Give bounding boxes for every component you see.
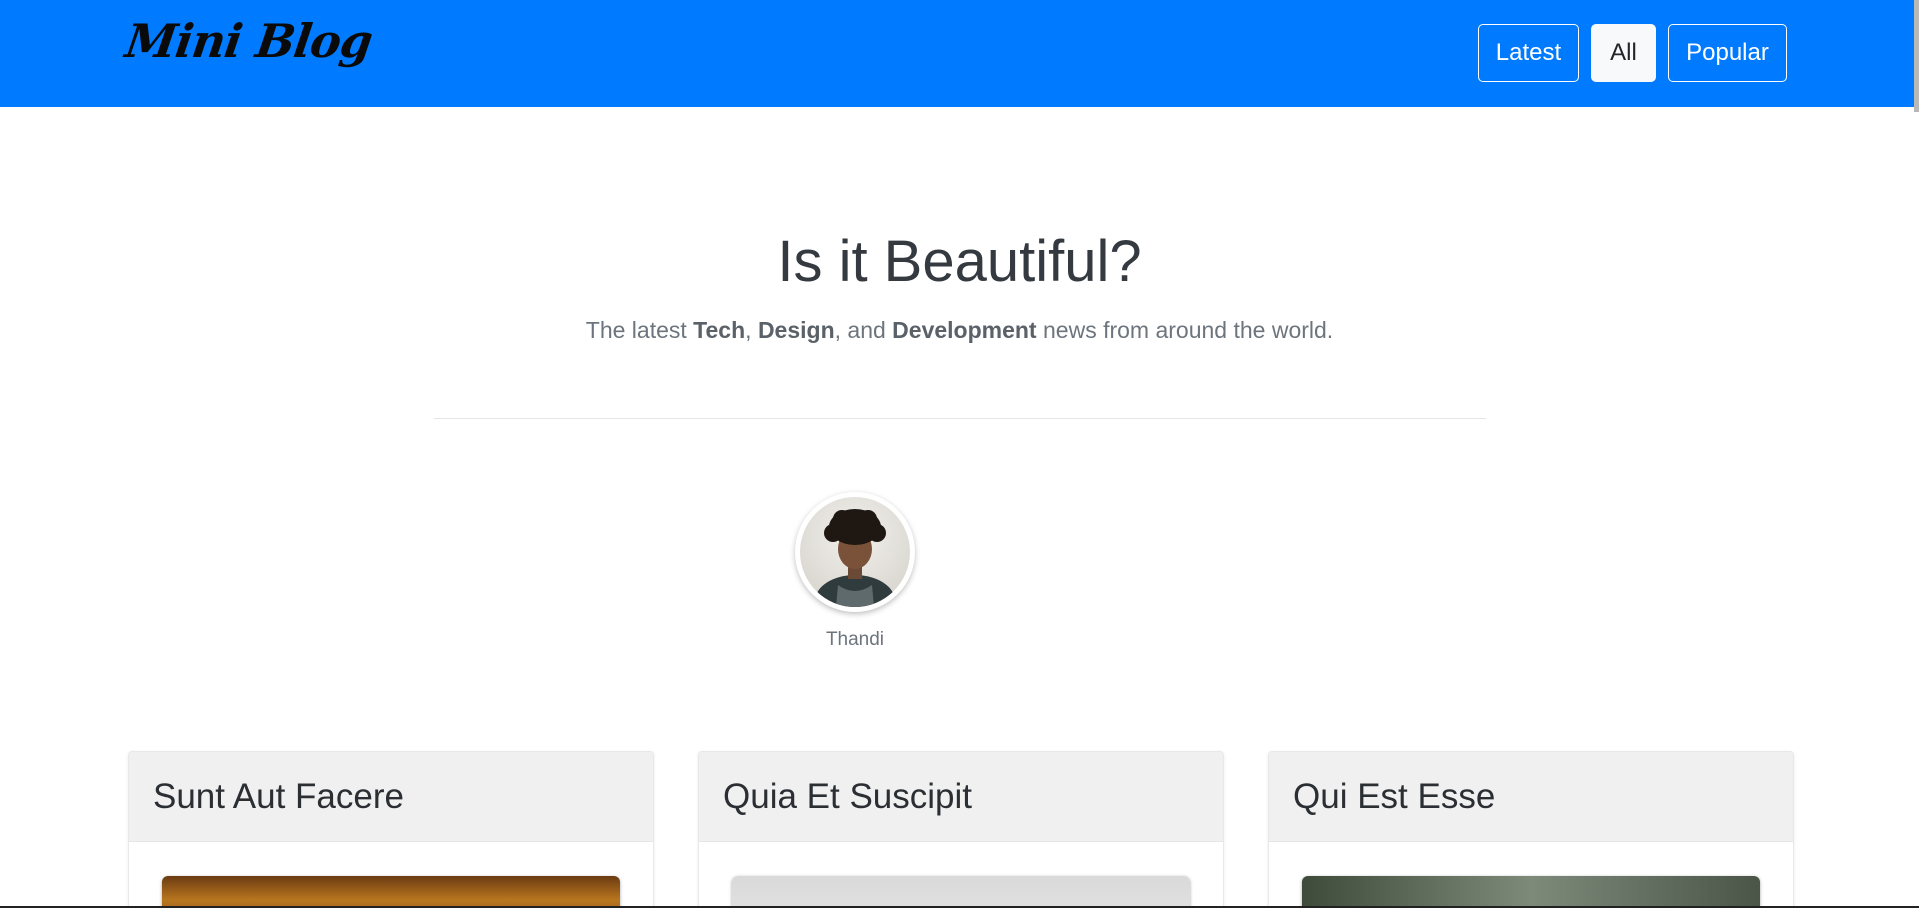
subtitle-sep2: , and bbox=[834, 317, 893, 343]
post-card-header: Qui Est Esse bbox=[1269, 752, 1793, 842]
page-title: Is it Beautiful? bbox=[777, 229, 1142, 294]
post-card[interactable]: Sunt Aut Facere bbox=[128, 751, 654, 908]
post-title[interactable]: Sunt Aut Facere bbox=[153, 777, 404, 817]
post-card[interactable]: Qui Est Esse bbox=[1268, 751, 1794, 908]
section-divider bbox=[434, 418, 1486, 419]
filter-popular-button[interactable]: Popular bbox=[1668, 24, 1787, 82]
brand-logo[interactable]: Mini Blog bbox=[122, 14, 375, 68]
post-card[interactable]: Quia Et Suscipit bbox=[698, 751, 1224, 908]
post-image[interactable] bbox=[1302, 876, 1760, 908]
page-subtitle: The latest Tech, Design, and Development… bbox=[0, 317, 1919, 344]
subtitle-development: Development bbox=[892, 317, 1037, 343]
filter-latest-button[interactable]: Latest bbox=[1478, 24, 1579, 82]
post-image[interactable] bbox=[162, 876, 620, 908]
post-card-header: Sunt Aut Facere bbox=[129, 752, 653, 842]
author-avatar[interactable] bbox=[795, 492, 915, 612]
filter-all-button[interactable]: All bbox=[1591, 24, 1656, 82]
post-image[interactable] bbox=[732, 876, 1190, 908]
subtitle-prefix: The latest bbox=[585, 317, 694, 343]
person-icon bbox=[815, 509, 895, 607]
author-name[interactable]: Thandi bbox=[775, 629, 935, 651]
subtitle-suffix: news from around the world. bbox=[1036, 317, 1334, 343]
scrollbar-thumb[interactable] bbox=[1914, 0, 1919, 112]
author-photo bbox=[800, 497, 910, 607]
subtitle-sep1: , bbox=[745, 317, 758, 343]
subtitle-design: Design bbox=[757, 317, 835, 343]
post-title[interactable]: Qui Est Esse bbox=[1293, 777, 1495, 817]
post-title[interactable]: Quia Et Suscipit bbox=[723, 777, 972, 817]
post-card-header: Quia Et Suscipit bbox=[699, 752, 1223, 842]
navbar: Mini Blog Latest All Popular bbox=[0, 0, 1919, 107]
subtitle-tech: Tech bbox=[693, 317, 746, 343]
